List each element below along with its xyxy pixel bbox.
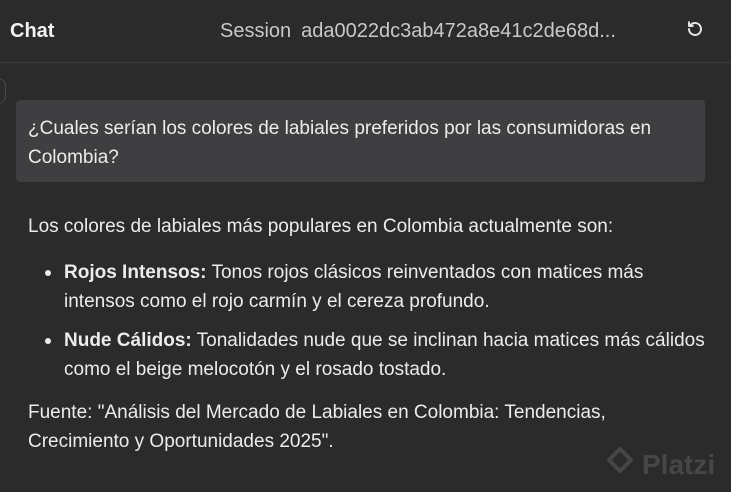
chat-title: Chat bbox=[10, 20, 55, 42]
session-info: Session ada0022dc3ab472a8e41c2de68d... bbox=[220, 20, 616, 43]
assistant-intro: Los colores de labiales más populares en… bbox=[28, 216, 614, 237]
sidebar-toggle-edge[interactable] bbox=[0, 78, 6, 104]
item-title: Rojos Intensos: bbox=[64, 262, 207, 283]
watermark-text: Platzi bbox=[642, 448, 716, 480]
platzi-logo-icon bbox=[606, 446, 634, 483]
user-message: ¿Cuales serían los colores de labiales p… bbox=[16, 100, 705, 182]
chat-app: Chat Session ada0022dc3ab472a8e41c2de68d.… bbox=[0, 0, 731, 492]
session-id: ada0022dc3ab472a8e41c2de68d... bbox=[301, 20, 616, 42]
reset-icon bbox=[686, 20, 704, 43]
platzi-watermark: Platzi bbox=[606, 446, 715, 483]
list-item: Nude Cálidos: Tonalidades nude que se in… bbox=[28, 326, 708, 384]
assistant-message: Los colores de labiales más populares en… bbox=[28, 212, 708, 456]
chat-header: Chat Session ada0022dc3ab472a8e41c2de68d.… bbox=[0, 0, 731, 63]
bullet-icon bbox=[45, 338, 51, 344]
session-label: Session bbox=[220, 20, 292, 42]
reset-session-button[interactable] bbox=[682, 18, 708, 44]
list-item: Rojos Intensos: Tonos rojos clásicos rei… bbox=[28, 258, 708, 316]
assistant-list: Rojos Intensos: Tonos rojos clásicos rei… bbox=[28, 258, 708, 384]
bullet-icon bbox=[45, 270, 51, 276]
item-title: Nude Cálidos: bbox=[64, 330, 192, 351]
